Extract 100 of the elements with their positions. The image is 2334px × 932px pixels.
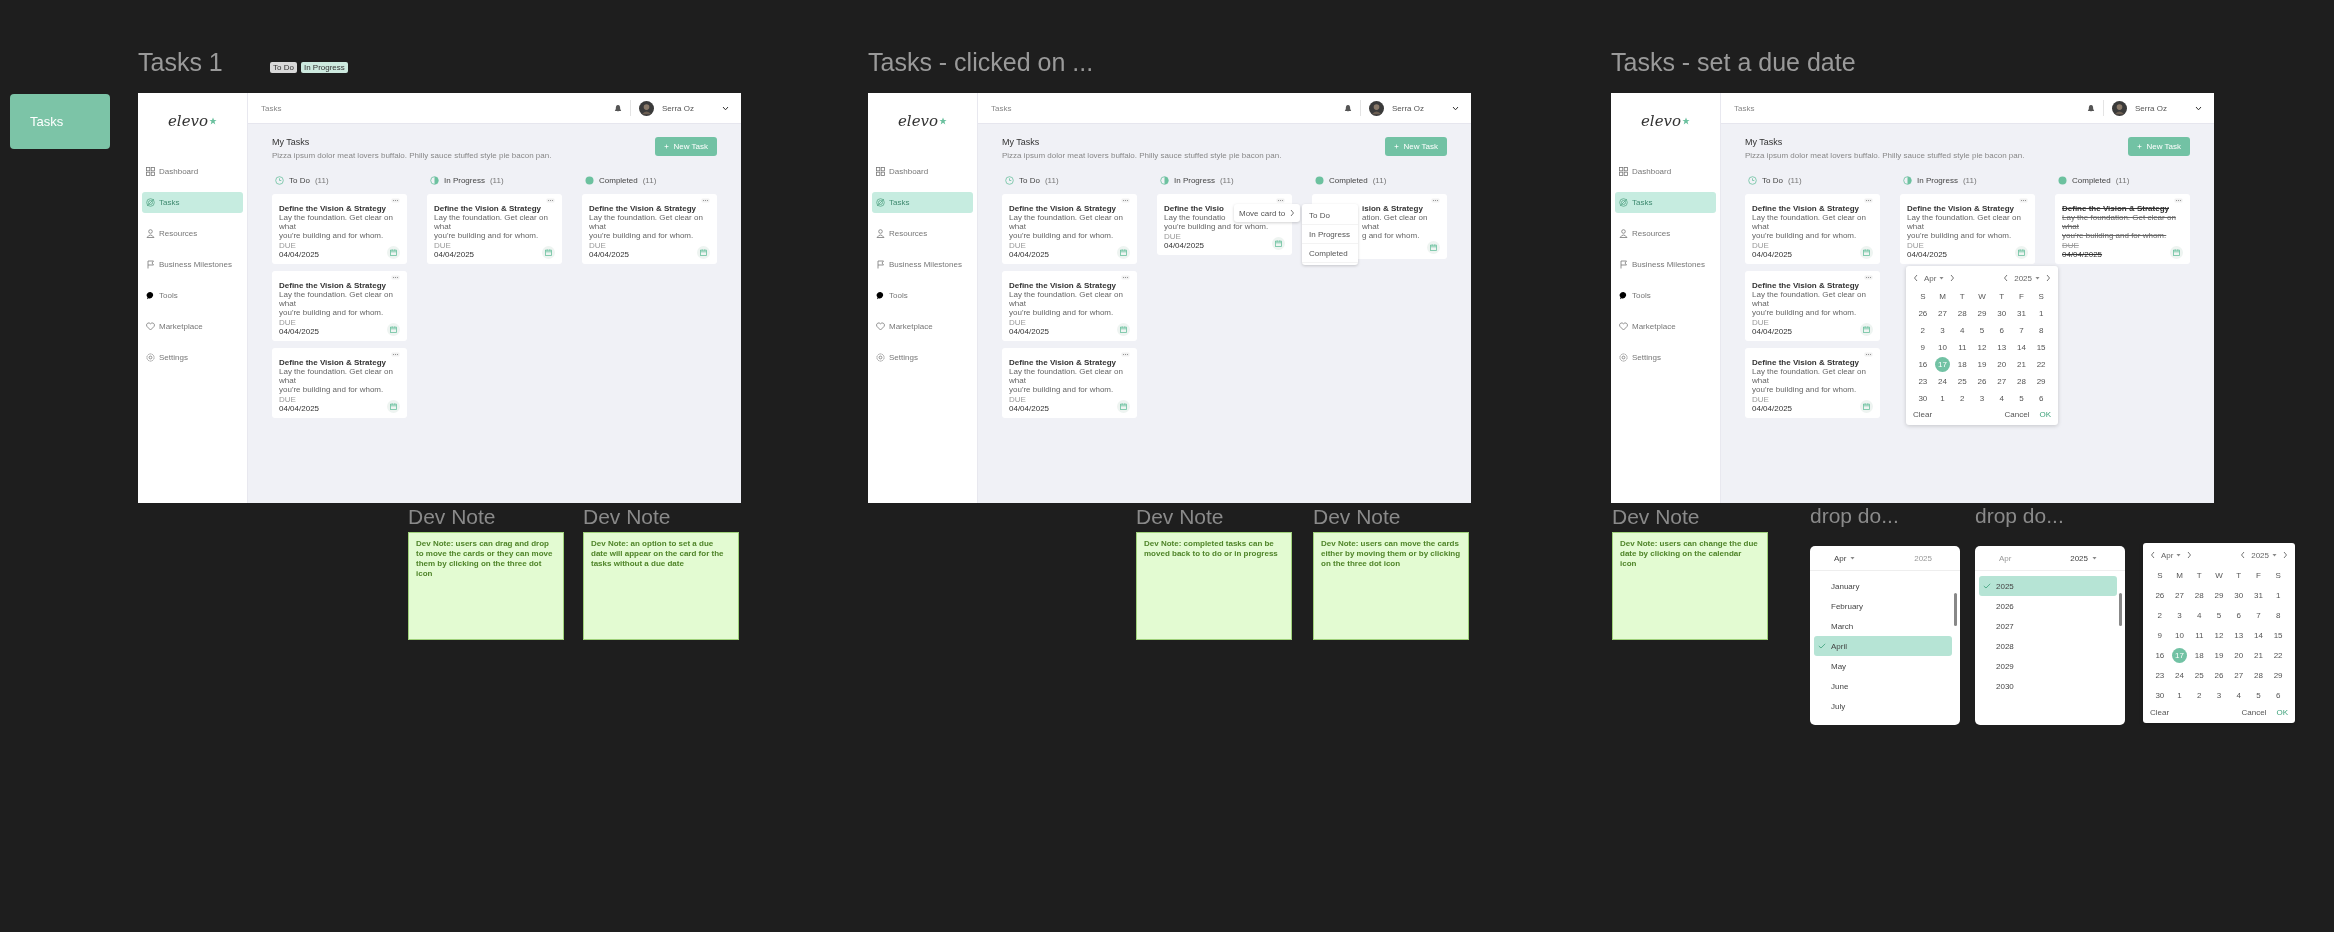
- calendar-day[interactable]: 14: [2013, 340, 2029, 355]
- sidebar-item[interactable]: Resources: [1615, 223, 1716, 244]
- calendar-button[interactable]: [542, 246, 555, 259]
- more-icon[interactable]: [1121, 275, 1130, 280]
- calendar-day[interactable]: 1: [2270, 587, 2286, 603]
- calendar-day[interactable]: 7: [2013, 323, 2029, 338]
- more-icon[interactable]: [701, 198, 710, 203]
- calendar-day[interactable]: 4: [1994, 391, 2010, 406]
- avatar[interactable]: [2112, 100, 2127, 116]
- dropdown-option[interactable]: 2028: [1979, 636, 2117, 656]
- bell-icon[interactable]: [614, 103, 622, 113]
- year-select[interactable]: 2025: [2070, 553, 2097, 563]
- sidebar-item[interactable]: Marketplace: [142, 316, 243, 337]
- dropdown-option[interactable]: 2030: [1979, 676, 2117, 696]
- cancel-button[interactable]: Cancel: [2004, 410, 2030, 419]
- calendar-day[interactable]: 12: [2211, 627, 2227, 643]
- bell-icon[interactable]: [2087, 103, 2095, 113]
- avatar[interactable]: [1369, 100, 1384, 116]
- year-select[interactable]: 2025: [2014, 273, 2040, 283]
- calendar-day[interactable]: 6: [2231, 607, 2247, 623]
- more-icon[interactable]: [1276, 198, 1285, 203]
- more-icon[interactable]: [2174, 198, 2183, 203]
- sidebar-item[interactable]: Tools: [872, 285, 973, 306]
- calendar-day[interactable]: 28: [2013, 374, 2029, 389]
- calendar-button[interactable]: [1860, 246, 1873, 259]
- move-card-menu[interactable]: Move card to: [1234, 204, 1300, 222]
- task-card[interactable]: Define the Vision & Strategy Lay the foundation. Get clear on what you're building and for whom. DUE 04/04/2025: [1002, 348, 1137, 418]
- calendar-day[interactable]: 1: [1935, 391, 1951, 406]
- sidebar-item[interactable]: Settings: [872, 347, 973, 368]
- chevron-down-icon[interactable]: [2195, 105, 2202, 111]
- calendar-day[interactable]: 18: [2191, 647, 2207, 663]
- sidebar-item[interactable]: Tools: [1615, 285, 1716, 306]
- dropdown-option[interactable]: 2029: [1979, 656, 2117, 676]
- calendar-day[interactable]: 4: [1954, 323, 1970, 338]
- calendar-day[interactable]: 20: [1994, 357, 2010, 372]
- calendar-button[interactable]: [387, 246, 400, 259]
- chevron-left-icon[interactable]: [2003, 274, 2010, 282]
- sidebar-item[interactable]: Resources: [142, 223, 243, 244]
- sidebar-item[interactable]: Business Milestones: [142, 254, 243, 275]
- calendar-day[interactable]: 21: [2013, 357, 2029, 372]
- calendar-day[interactable]: 28: [1954, 306, 1970, 321]
- calendar-day[interactable]: 1: [2172, 687, 2188, 703]
- calendar-day[interactable]: 30: [1915, 391, 1931, 406]
- calendar-day[interactable]: 25: [2191, 667, 2207, 683]
- calendar-button[interactable]: [1117, 323, 1130, 336]
- calendar-day[interactable]: 4: [2191, 607, 2207, 623]
- calendar-day[interactable]: 29: [2033, 374, 2049, 389]
- task-card[interactable]: Define the Vision & Strategy Lay the foundation. Get clear on what you're building and for whom. DUE 04/04/2025: [1002, 271, 1137, 341]
- more-icon[interactable]: [1121, 198, 1130, 203]
- more-icon[interactable]: [391, 198, 400, 203]
- more-icon[interactable]: [546, 198, 555, 203]
- month-select[interactable]: Apr: [1834, 553, 1856, 563]
- calendar-day[interactable]: 8: [2270, 607, 2286, 623]
- task-card[interactable]: Define the Vision & Strategy Lay the foundation. Get clear on what you're building and for whom. DUE 04/04/2025: [1745, 194, 1880, 264]
- sidebar-item[interactable]: Tools: [142, 285, 243, 306]
- calendar-day[interactable]: 15: [2033, 340, 2049, 355]
- chevron-right-icon[interactable]: [2282, 551, 2288, 559]
- calendar-day[interactable]: 5: [1974, 323, 1990, 338]
- more-icon[interactable]: [391, 275, 400, 280]
- calendar-day[interactable]: 19: [1974, 357, 1990, 372]
- sidebar-item[interactable]: Dashboard: [1615, 161, 1716, 182]
- dropdown-option[interactable]: January: [1814, 576, 1952, 596]
- calendar-button[interactable]: [697, 246, 710, 259]
- calendar-day[interactable]: 11: [1954, 340, 1970, 355]
- month-select[interactable]: Apr: [2161, 550, 2182, 560]
- chevron-right-icon[interactable]: [2045, 274, 2051, 282]
- sidebar-item[interactable]: Business Milestones: [1615, 254, 1716, 275]
- clear-button[interactable]: Clear: [1913, 410, 1933, 419]
- sidebar-item[interactable]: Dashboard: [142, 161, 243, 182]
- sidebar-item[interactable]: Settings: [1615, 347, 1716, 368]
- chevron-left-icon[interactable]: [1913, 274, 1919, 282]
- chevron-right-icon[interactable]: [1949, 274, 1956, 282]
- calendar-button[interactable]: [387, 400, 400, 413]
- calendar-day[interactable]: 6: [2033, 391, 2049, 406]
- calendar-day[interactable]: 14: [2250, 627, 2266, 643]
- calendar-day[interactable]: 3: [2172, 607, 2188, 623]
- cancel-button[interactable]: Cancel: [2241, 708, 2267, 717]
- dropdown-option[interactable]: July: [1814, 696, 1952, 716]
- more-icon[interactable]: [1864, 352, 1873, 357]
- calendar-button[interactable]: [2015, 246, 2028, 259]
- calendar-day[interactable]: 26: [2152, 587, 2168, 603]
- calendar-day[interactable]: 30: [2152, 687, 2168, 703]
- more-icon[interactable]: [1864, 275, 1873, 280]
- calendar-day[interactable]: 16: [2152, 647, 2168, 663]
- calendar-day[interactable]: 13: [1994, 340, 2010, 355]
- more-icon[interactable]: [1431, 198, 1440, 203]
- calendar-day[interactable]: 2: [2152, 607, 2168, 623]
- calendar-day[interactable]: 3: [1974, 391, 1990, 406]
- calendar-day[interactable]: 10: [1935, 340, 1951, 355]
- clear-button[interactable]: Clear: [2150, 708, 2170, 717]
- chevron-left-icon[interactable]: [2240, 551, 2247, 559]
- calendar-button[interactable]: [1117, 400, 1130, 413]
- calendar-day[interactable]: 3: [1935, 323, 1951, 338]
- task-card[interactable]: Define the Vision & Strategy Lay the foundation. Get clear on what you're building and for whom. DUE 04/04/2025: [1745, 271, 1880, 341]
- chevron-down-icon[interactable]: [722, 105, 729, 111]
- dropdown-option[interactable]: April: [1814, 636, 1952, 656]
- calendar-day[interactable]: 24: [1935, 374, 1951, 389]
- calendar-button[interactable]: [2170, 246, 2183, 259]
- calendar-button[interactable]: [387, 323, 400, 336]
- calendar-day[interactable]: 25: [1954, 374, 1970, 389]
